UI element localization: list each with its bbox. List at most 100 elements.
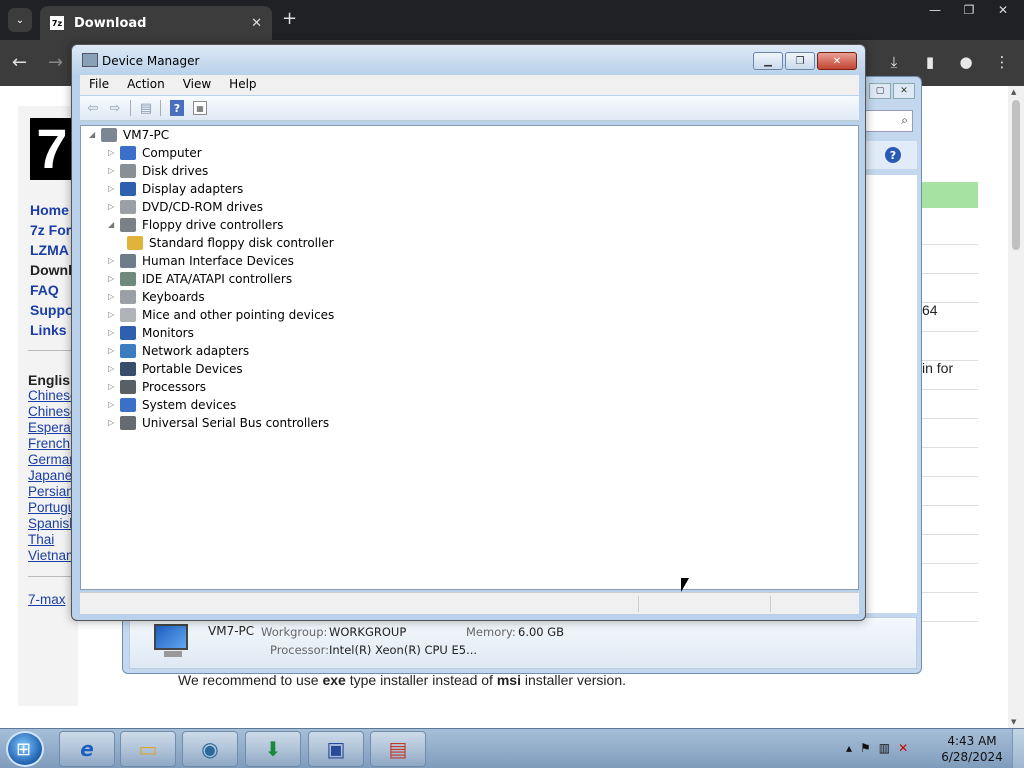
collapse-icon[interactable]: ◢	[89, 126, 101, 144]
tree-category-item[interactable]: ▷ Mice and other pointing devices	[108, 306, 334, 324]
show-hidden-icons-icon[interactable]: ▴	[846, 741, 852, 755]
taskbar-download-manager-button[interactable]: ⬇	[245, 731, 301, 767]
collapse-icon[interactable]: ◢	[108, 216, 120, 234]
scroll-up-icon[interactable]: ▲	[1011, 88, 1016, 96]
expand-icon[interactable]: ▷	[108, 270, 120, 288]
expand-icon[interactable]: ▷	[108, 162, 120, 180]
minimize-button[interactable]: —	[918, 0, 952, 20]
new-tab-button[interactable]: +	[282, 8, 297, 29]
tree-category-item[interactable]: ▷ DVD/CD-ROM drives	[108, 198, 263, 216]
taskbar-ie-button[interactable]: e	[59, 731, 115, 767]
help-icon[interactable]: ?	[170, 100, 184, 116]
menu-view[interactable]: View	[174, 75, 220, 95]
close-button[interactable]: ✕	[986, 0, 1020, 20]
show-hide-console-tree-icon[interactable]: ▤	[137, 100, 155, 116]
device-tree[interactable]: ◢ VM7-PC ▷ Computer ▷ Disk drives ▷ Display a…	[80, 125, 859, 590]
close-button[interactable]: ✕	[893, 83, 915, 99]
forward-button[interactable]: →	[48, 52, 63, 73]
taskbar-computer-management-button[interactable]: ▣	[308, 731, 364, 767]
page-scrollbar[interactable]: ▲ ▼	[1008, 86, 1024, 728]
media-player-icon: ◉	[201, 737, 219, 761]
tree-category-item[interactable]: ▷ Human Interface Devices	[108, 252, 294, 270]
expand-icon[interactable]: ▷	[108, 378, 120, 396]
computer-icon	[150, 624, 192, 658]
expand-icon[interactable]: ▷	[108, 144, 120, 162]
profile-icon[interactable]: ●	[954, 50, 978, 74]
device-category-icon	[120, 380, 136, 394]
expand-icon[interactable]: ▷	[108, 288, 120, 306]
expand-icon[interactable]: ▷	[108, 324, 120, 342]
search-icon[interactable]: ⌕	[901, 113, 908, 128]
minimize-button[interactable]: ▁	[753, 52, 783, 70]
tree-category-item[interactable]: ▷ Network adapters	[108, 342, 249, 360]
tree-category-item[interactable]: ▷ IDE ATA/ATAPI controllers	[108, 270, 292, 288]
taskbar-toolbox-button[interactable]: ▤	[370, 731, 426, 767]
tree-category-item[interactable]: ▷ Universal Serial Bus controllers	[108, 414, 329, 432]
tab-title: Download	[74, 15, 147, 31]
tree-category-item[interactable]: ▷ Processors	[108, 378, 206, 396]
menu-help[interactable]: Help	[220, 75, 265, 95]
close-button[interactable]: ✕	[817, 52, 857, 70]
expand-icon[interactable]: ▷	[108, 360, 120, 378]
properties-icon[interactable]: ▦	[193, 101, 207, 115]
tree-category-item[interactable]: ▷ System devices	[108, 396, 236, 414]
download-icon[interactable]: ⤓	[882, 50, 906, 74]
device-category-icon	[120, 290, 136, 304]
clock[interactable]: 4:43 AM 6/28/2024	[940, 733, 1004, 765]
help-icon[interactable]: ?	[885, 147, 901, 163]
expand-icon[interactable]: ▷	[108, 306, 120, 324]
taskbar-media-button[interactable]: ◉	[182, 731, 238, 767]
volume-muted-icon[interactable]: ✕	[898, 741, 908, 755]
7-max-link[interactable]: 7-max	[28, 592, 76, 607]
tree-category-item[interactable]: ▷ Disk drives	[108, 162, 208, 180]
tab-download[interactable]: 7z Download ✕	[40, 6, 272, 40]
window-title: Device Manager	[102, 54, 200, 68]
device-manager-window[interactable]: Device Manager ▁ ❐ ✕ File Action View He…	[71, 44, 866, 621]
tree-category-item[interactable]: ▷ Keyboards	[108, 288, 205, 306]
maximize-button[interactable]: ❐	[785, 52, 815, 70]
menu-file[interactable]: File	[80, 75, 118, 95]
network-icon[interactable]: ▥	[879, 741, 890, 755]
table-text-fragment: 64	[922, 302, 938, 318]
expand-icon[interactable]: ▷	[108, 342, 120, 360]
expand-icon[interactable]: ▷	[108, 180, 120, 198]
tree-category-item[interactable]: ▷ Display adapters	[108, 180, 243, 198]
device-manager-icon	[82, 53, 98, 67]
tab-search-button[interactable]: ⌄	[8, 8, 32, 32]
tree-category-item[interactable]: ▷ Portable Devices	[108, 360, 243, 378]
expand-icon[interactable]: ▷	[108, 414, 120, 432]
action-center-flag-icon[interactable]: ⚑	[860, 741, 871, 755]
computer-management-icon: ▣	[326, 737, 346, 761]
tab-close-icon[interactable]: ✕	[251, 16, 262, 31]
back-arrow-icon[interactable]: ⇦	[84, 100, 102, 116]
back-button[interactable]: ←	[12, 52, 27, 73]
scroll-down-icon[interactable]: ▼	[1011, 718, 1016, 726]
maximize-button[interactable]: ▢	[869, 83, 891, 99]
device-category-icon	[120, 272, 136, 286]
menu-action[interactable]: Action	[118, 75, 174, 95]
content-pane	[865, 175, 917, 613]
tree-device-item[interactable]: Standard floppy disk controller	[127, 234, 334, 252]
expand-icon[interactable]: ▷	[108, 396, 120, 414]
window-controls: ▁ ❐ ✕	[753, 52, 857, 70]
title-bar[interactable]: Device Manager ▁ ❐ ✕	[72, 45, 865, 75]
maximize-button[interactable]: ❐	[952, 0, 986, 20]
tree-root[interactable]: ◢ VM7-PC	[89, 126, 169, 144]
menu-icon[interactable]: ⋮	[990, 50, 1014, 74]
forward-arrow-icon[interactable]: ⇨	[106, 100, 124, 116]
sidepanel-icon[interactable]: ▮	[918, 50, 942, 74]
tree-category-item[interactable]: ▷ Monitors	[108, 324, 194, 342]
expand-icon[interactable]: ▷	[108, 198, 120, 216]
expand-icon[interactable]: ▷	[108, 252, 120, 270]
start-button[interactable]: ⊞	[6, 731, 44, 767]
tree-item-label: Keyboards	[142, 290, 205, 304]
search-input[interactable]: ⌕	[863, 110, 913, 132]
tree-category-item[interactable]: ▷ Computer	[108, 144, 202, 162]
tree-item-label: Computer	[142, 146, 202, 160]
memory-value: 6.00 GB	[518, 625, 565, 639]
show-desktop-button[interactable]	[1012, 729, 1024, 768]
folder-icon: ▭	[138, 737, 158, 761]
taskbar-explorer-button[interactable]: ▭	[120, 731, 176, 767]
tree-category-item[interactable]: ◢ Floppy drive controllers	[108, 216, 283, 234]
scroll-thumb[interactable]	[1012, 100, 1020, 250]
